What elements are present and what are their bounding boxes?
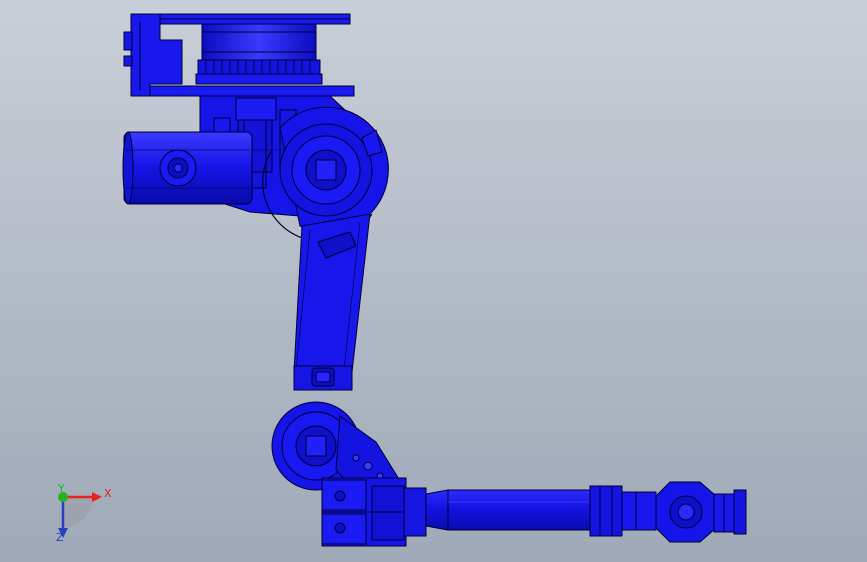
- shoulder-motor: [122, 131, 253, 205]
- graphics-viewport[interactable]: X Y Z: [0, 0, 867, 562]
- robot-arm-model[interactable]: [0, 0, 867, 562]
- y-axis-label: Y: [58, 482, 65, 495]
- base-turret: [123, 13, 355, 97]
- upper-arm: [293, 213, 371, 391]
- forearm-tube: [425, 489, 597, 531]
- x-axis-head: [92, 492, 102, 502]
- triad-plane: [63, 497, 93, 527]
- orientation-triad: X Y Z: [40, 480, 120, 550]
- wrist-housing: [321, 477, 427, 547]
- x-axis-label: X: [104, 487, 112, 500]
- wrist-joint: [589, 481, 747, 543]
- z-axis-label: Z: [56, 531, 64, 544]
